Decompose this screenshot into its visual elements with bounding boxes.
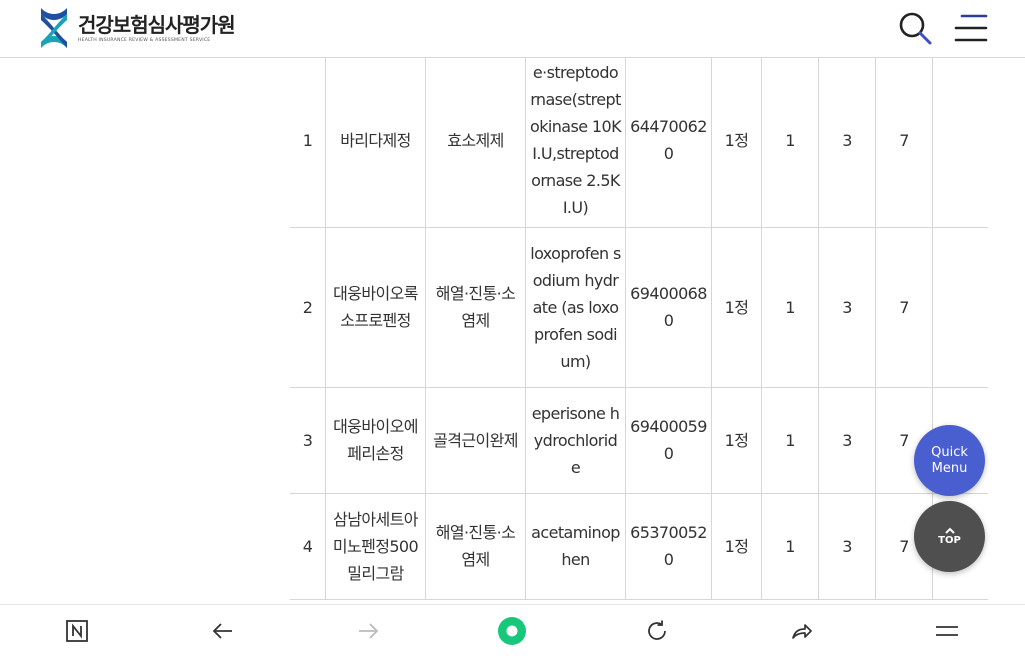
value-cell — [932, 227, 988, 388]
menu-button[interactable] — [951, 8, 991, 48]
naver-home-button[interactable] — [62, 616, 92, 646]
value-cell: 3 — [818, 227, 876, 388]
table-row: 3 대웅바이오에페리손정 골격근이완제 eperisone hydrochlor… — [290, 387, 988, 494]
row-number: 4 — [290, 493, 326, 600]
green-dot-button[interactable] — [497, 616, 527, 646]
green-dot-icon — [498, 617, 526, 645]
back-arrow-icon — [212, 623, 232, 639]
refresh-icon — [648, 620, 666, 640]
product-name: 대웅바이오록소프로펜정 — [325, 227, 426, 388]
search-icon — [899, 12, 932, 45]
table-row: 4 삼남아세트아미노펜정500밀리그람 해열·진통·소염제 acetaminop… — [290, 493, 988, 600]
hamburger-icon — [954, 14, 988, 42]
browser-bottom-bar — [0, 604, 1025, 656]
hira-logo[interactable]: 건강보험심사평가원 HEALTH INSURANCE REVIEW & ASSE… — [38, 6, 236, 50]
drug-category: 해열·진통·소염제 — [425, 227, 526, 388]
quick-menu-label-line1: Quick — [931, 444, 968, 460]
refresh-button[interactable] — [642, 616, 672, 646]
drug-category: 골격근이완제 — [425, 387, 526, 494]
product-code: 694000590 — [625, 387, 712, 494]
share-button[interactable] — [787, 616, 817, 646]
product-code: 644700620 — [625, 58, 712, 228]
quick-menu-label-line2: Menu — [931, 460, 968, 476]
site-header: 건강보험심사평가원 HEALTH INSURANCE REVIEW & ASSE… — [0, 0, 1025, 58]
hira-logo-mark-icon — [41, 8, 67, 48]
value-cell: 3 — [818, 493, 876, 600]
chevron-up-icon — [944, 527, 955, 534]
table-row: 1 바리다제정 효소제제 e·streptodornase(streptokin… — [290, 58, 988, 228]
search-button[interactable] — [895, 8, 935, 48]
row-number: 3 — [290, 387, 326, 494]
row-number: 2 — [290, 227, 326, 388]
value-cell: 1 — [761, 493, 819, 600]
product-code: 694000680 — [625, 227, 712, 388]
drug-table-area[interactable]: 1 바리다제정 효소제제 e·streptodornase(streptokin… — [0, 58, 1025, 603]
menu-icon — [936, 626, 958, 636]
product-code: 653700520 — [625, 493, 712, 600]
value-cell: 7 — [875, 58, 933, 228]
drug-table: 1 바리다제정 효소제제 e·streptodornase(streptokin… — [290, 58, 988, 600]
product-name: 대웅바이오에페리손정 — [325, 387, 426, 494]
value-cell: 1 — [761, 387, 819, 494]
ingredient-name: e·streptodornase(streptokinase 10KI.U,st… — [525, 58, 626, 228]
scroll-top-button[interactable]: TOP — [914, 501, 985, 572]
ingredient-name: acetaminophen — [525, 493, 626, 600]
forward-button[interactable] — [353, 616, 383, 646]
value-cell: 1 — [761, 227, 819, 388]
product-name: 삼남아세트아미노펜정500밀리그람 — [325, 493, 426, 600]
dose-unit: 1정 — [711, 493, 762, 600]
value-cell: 3 — [818, 58, 876, 228]
dose-unit: 1정 — [711, 58, 762, 228]
share-icon — [792, 624, 812, 639]
dose-unit: 1정 — [711, 227, 762, 388]
row-number: 1 — [290, 58, 326, 228]
back-button[interactable] — [208, 616, 238, 646]
value-cell: 3 — [818, 387, 876, 494]
quick-menu-button[interactable]: Quick Menu — [914, 425, 985, 496]
value-cell: 7 — [875, 227, 933, 388]
value-cell: 1 — [761, 58, 819, 228]
naver-home-icon — [66, 620, 88, 642]
dose-unit: 1정 — [711, 387, 762, 494]
drug-category: 효소제제 — [425, 58, 526, 228]
logo-subtitle: HEALTH INSURANCE REVIEW & ASSESSMENT SER… — [78, 37, 211, 43]
browser-menu-button[interactable] — [932, 616, 962, 646]
value-cell — [932, 58, 988, 228]
top-label: TOP — [938, 535, 961, 546]
forward-arrow-icon — [359, 623, 379, 639]
ingredient-name: loxoprofen sodium hydrate (as loxoprofen… — [525, 227, 626, 388]
drug-category: 해열·진통·소염제 — [425, 493, 526, 600]
table-row: 2 대웅바이오록소프로펜정 해열·진통·소염제 loxoprofen sodiu… — [290, 227, 988, 388]
ingredient-name: eperisone hydrochloride — [525, 387, 626, 494]
product-name: 바리다제정 — [325, 58, 426, 228]
logo-title: 건강보험심사평가원 — [78, 12, 236, 37]
